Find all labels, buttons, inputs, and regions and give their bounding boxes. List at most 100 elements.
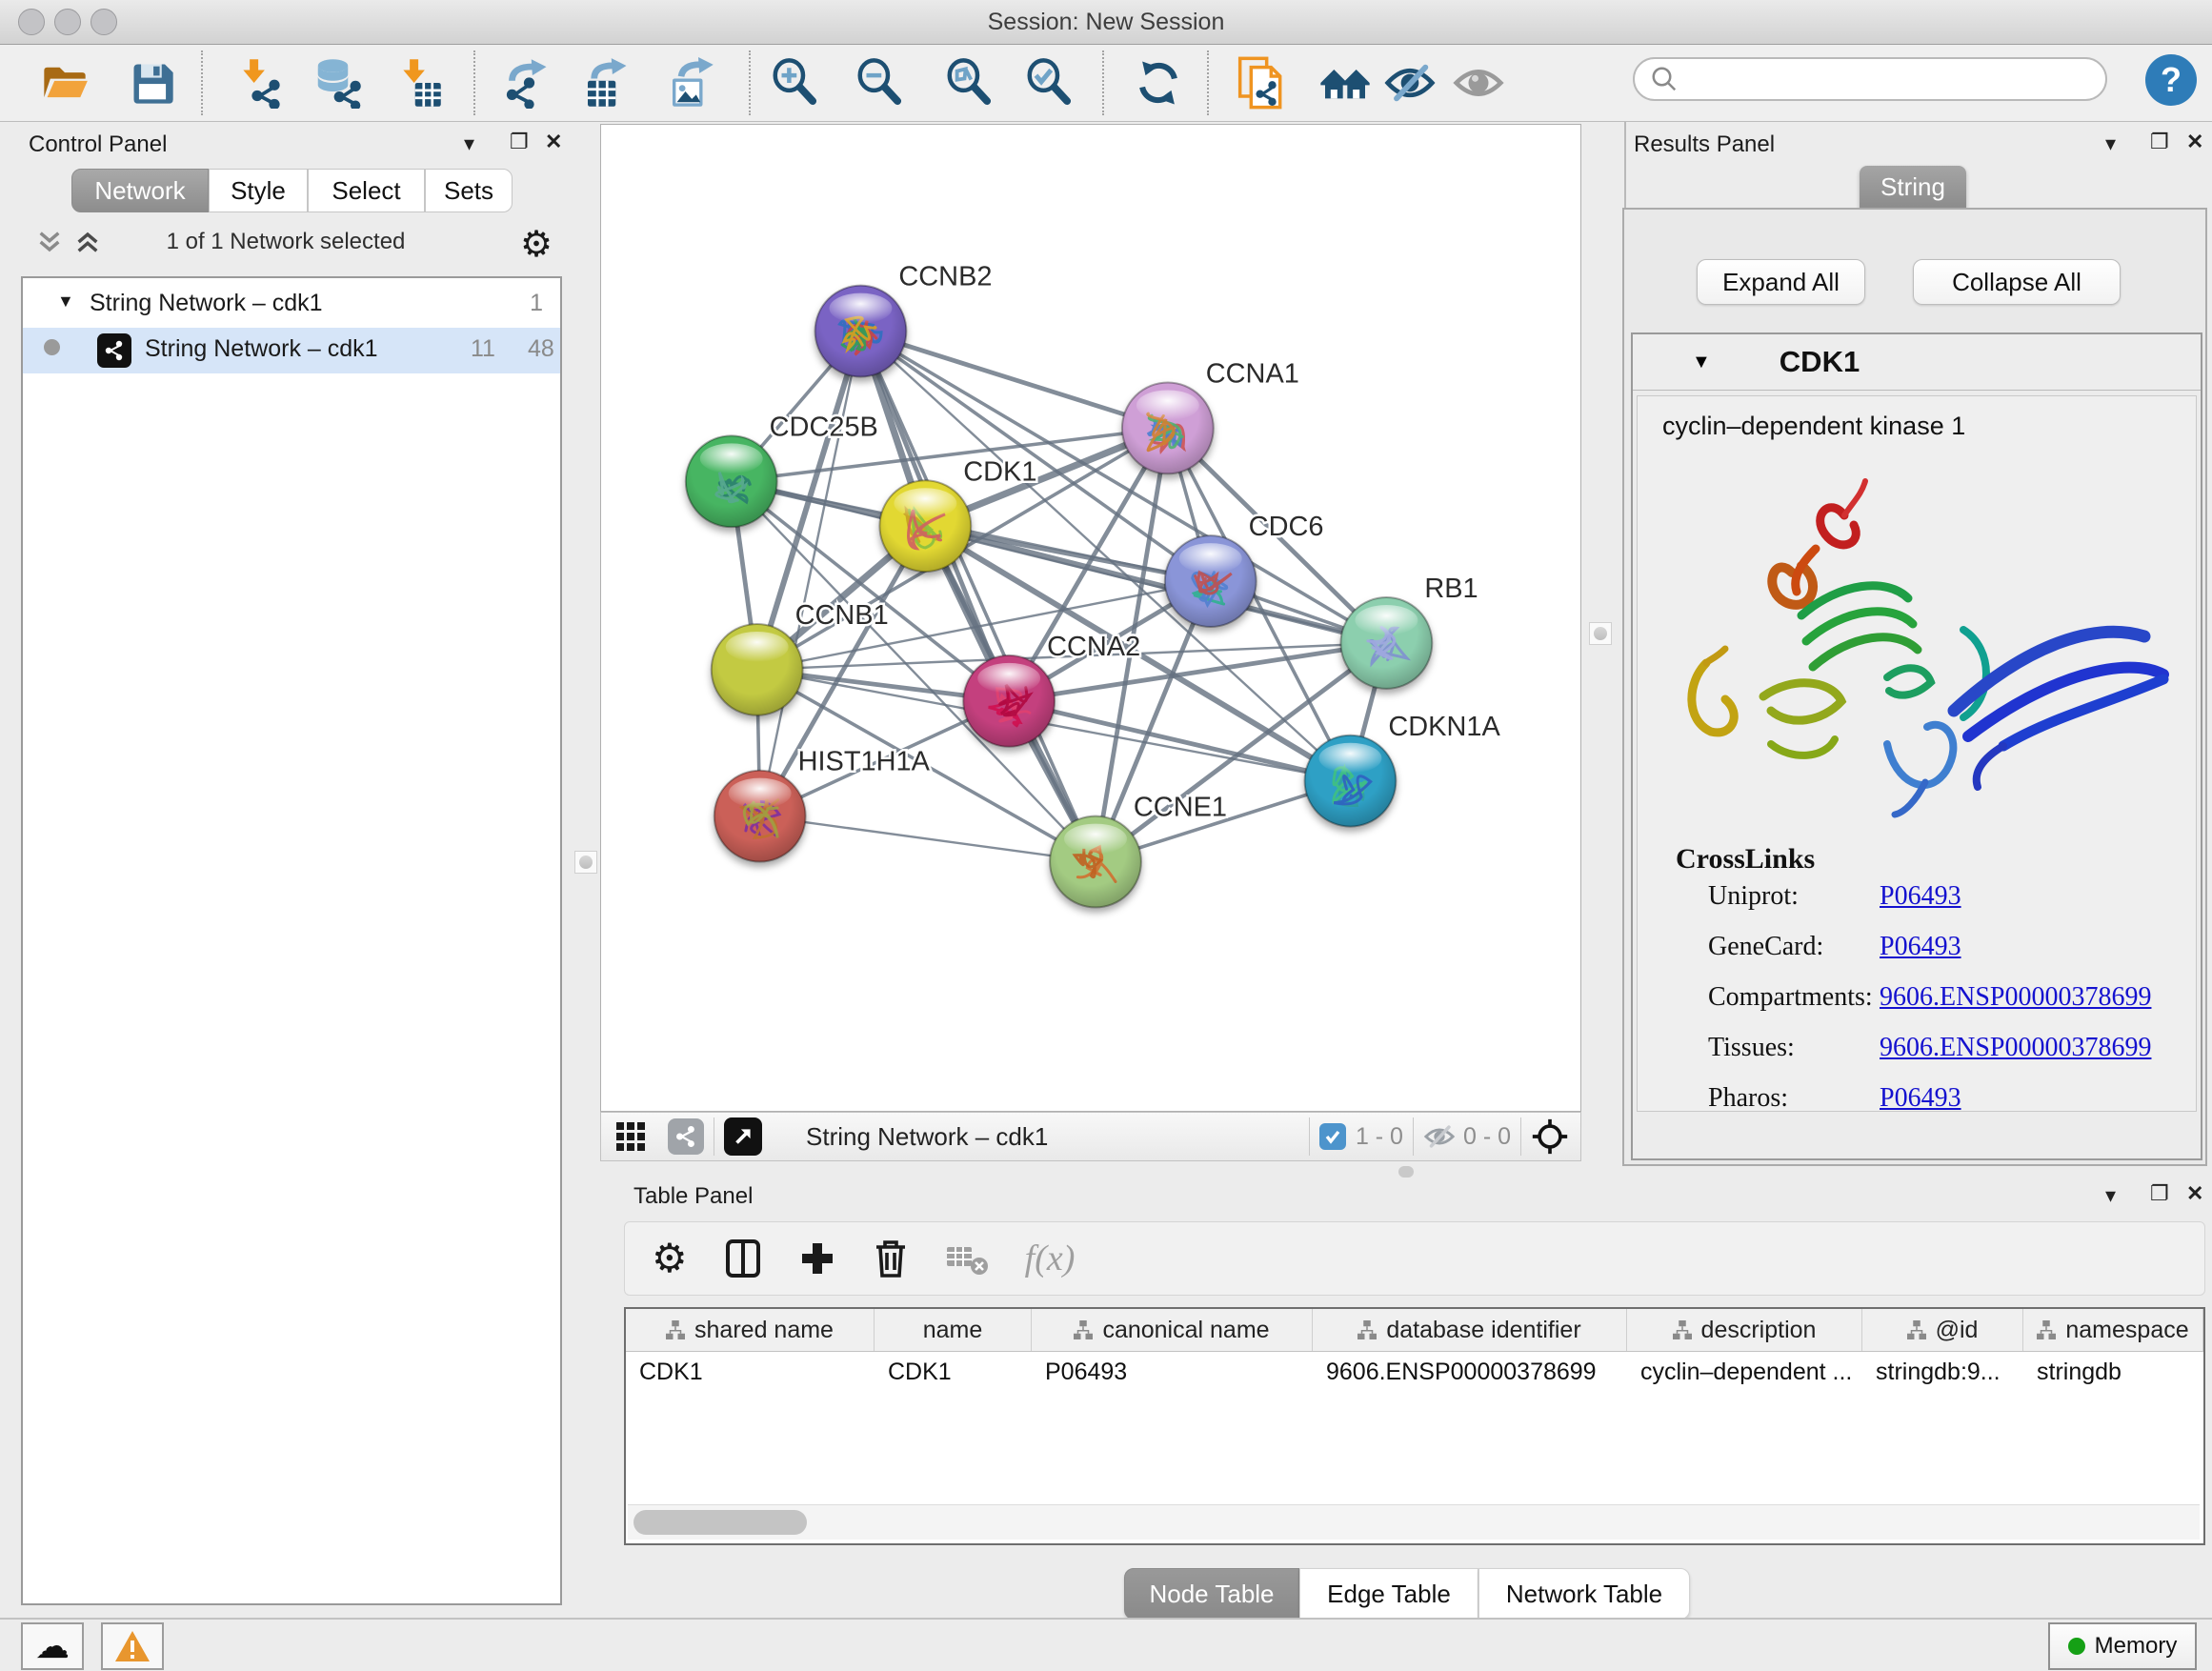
crosshair-icon[interactable] — [1531, 1117, 1569, 1156]
export-table-button[interactable] — [578, 54, 632, 111]
network-edge[interactable] — [760, 816, 1096, 862]
string-home-button[interactable] — [1318, 54, 1372, 111]
protein-header-row[interactable]: ▼ CDK1 — [1633, 334, 2201, 391]
network-collection-row[interactable]: ▼ String Network – cdk1 1 — [23, 282, 560, 328]
panel-float-icon[interactable]: ❐ — [2150, 130, 2169, 154]
network-node-CCNA2[interactable] — [963, 655, 1055, 747]
network-row-selected[interactable]: String Network – cdk1 11 48 — [23, 328, 560, 373]
tab-network[interactable]: Network — [71, 169, 209, 212]
crosslink-link[interactable]: P06493 — [1880, 1083, 1961, 1114]
collapse-all-button[interactable]: Collapse All — [1913, 259, 2121, 305]
crosslink-link[interactable]: 9606.ENSP00000378699 — [1880, 1033, 2151, 1063]
export-network-button[interactable] — [498, 54, 552, 111]
panel-close-icon[interactable]: ✕ — [545, 130, 562, 154]
warning-button[interactable] — [101, 1622, 164, 1670]
panel-float-icon[interactable]: ❐ — [510, 130, 529, 154]
network-node-CCNB2[interactable] — [815, 286, 907, 377]
tab-node-table[interactable]: Node Table — [1124, 1568, 1299, 1620]
panel-float-icon[interactable]: ❐ — [2150, 1181, 2169, 1206]
collection-expand-icon[interactable]: ▼ — [57, 292, 74, 312]
results-tab-string[interactable]: String — [1860, 166, 1966, 208]
open-session-button[interactable] — [38, 54, 91, 111]
cloud-button[interactable]: ☁ — [21, 1622, 84, 1670]
network-node-CDKN1A[interactable] — [1305, 735, 1397, 827]
help-button[interactable]: ? — [2145, 54, 2197, 106]
table-cell[interactable]: CDK1 — [626, 1352, 875, 1392]
table-cell[interactable]: CDK1 — [875, 1352, 1032, 1392]
table-settings-gear-icon[interactable]: ⚙ — [652, 1238, 688, 1278]
network-canvas[interactable]: CCNB2CCNA1CDC25BCDK1CDC6RB1CCNB1CCNA2CDK… — [600, 124, 1581, 1112]
zoom-out-button[interactable] — [853, 54, 906, 111]
left-splitter[interactable] — [572, 122, 600, 1618]
column-header-name[interactable]: name — [875, 1309, 1032, 1351]
hide-unhide-button[interactable] — [1383, 54, 1437, 111]
zoom-selected-button[interactable] — [1022, 54, 1076, 111]
table-cell[interactable]: 9606.ENSP00000378699 — [1313, 1352, 1627, 1392]
import-network-database-button[interactable] — [311, 54, 364, 111]
tab-select[interactable]: Select — [308, 169, 425, 212]
tab-style[interactable]: Style — [209, 169, 308, 212]
column-header-namespace[interactable]: namespace — [2023, 1309, 2203, 1351]
splitter-handle[interactable] — [1398, 1166, 1414, 1178]
tab-edge-table[interactable]: Edge Table — [1299, 1568, 1478, 1620]
crosslink-link[interactable]: P06493 — [1880, 881, 1961, 912]
network-options-gear-icon[interactable]: ⚙ — [520, 223, 553, 266]
table-row[interactable]: CDK1CDK1P064939606.ENSP00000378699cyclin… — [626, 1352, 2203, 1392]
search-input[interactable] — [1679, 65, 2082, 93]
table-cell[interactable]: cyclin–dependent ... — [1627, 1352, 1862, 1392]
create-column-icon[interactable] — [798, 1239, 836, 1278]
table-cell[interactable]: P06493 — [1032, 1352, 1313, 1392]
zoom-fit-button[interactable] — [942, 54, 995, 111]
network-edge[interactable] — [860, 332, 1096, 862]
network-node-CCNA1[interactable] — [1122, 382, 1214, 473]
grid-view-icon[interactable] — [614, 1120, 647, 1153]
delete-column-icon[interactable] — [873, 1238, 909, 1279]
expand-all-button[interactable]: Expand All — [1697, 259, 1865, 305]
panel-menu-icon[interactable]: ▾ — [464, 131, 474, 156]
hidden-eye-slash-icon[interactable] — [1423, 1120, 1456, 1153]
network-share-view-icon[interactable] — [668, 1118, 704, 1155]
import-table-button[interactable] — [391, 54, 444, 111]
network-node-RB1[interactable] — [1340, 597, 1432, 689]
zoom-in-button[interactable] — [768, 54, 821, 111]
column-header-shared-name[interactable]: shared name — [626, 1309, 875, 1351]
panel-close-icon[interactable]: ✕ — [2186, 1181, 2203, 1206]
network-edge[interactable] — [860, 332, 1167, 429]
column-header--id[interactable]: @id — [1862, 1309, 2023, 1351]
tab-sets[interactable]: Sets — [425, 169, 513, 212]
network-node-CCNB1[interactable] — [712, 624, 803, 715]
memory-button[interactable]: Memory — [2048, 1622, 2197, 1670]
refresh-button[interactable] — [1132, 54, 1185, 111]
import-network-button[interactable] — [231, 54, 284, 111]
column-header-database-identifier[interactable]: database identifier — [1313, 1309, 1627, 1351]
horizontal-splitter[interactable] — [600, 1163, 2212, 1180]
show-columns-icon[interactable] — [724, 1238, 762, 1279]
table-cell[interactable]: stringdb:9... — [1862, 1352, 2023, 1392]
horizontal-scrollbar[interactable] — [628, 1504, 2200, 1540]
crosslink-link[interactable]: P06493 — [1880, 932, 1961, 962]
splitter-collapse-handle[interactable] — [574, 851, 597, 874]
right-splitter[interactable] — [1581, 122, 1626, 1165]
panel-menu-icon[interactable]: ▾ — [2105, 131, 2116, 156]
table-cell[interactable]: stringdb — [2023, 1352, 2203, 1392]
column-header-description[interactable]: description — [1627, 1309, 1862, 1351]
network-node-CDK1[interactable] — [879, 480, 971, 572]
column-header-canonical-name[interactable]: canonical name — [1032, 1309, 1313, 1351]
network-edge[interactable] — [1009, 701, 1350, 781]
birdseye-view-icon[interactable] — [724, 1117, 762, 1156]
scrollbar-thumb[interactable] — [633, 1510, 807, 1535]
splitter-collapse-handle[interactable] — [1589, 622, 1612, 645]
export-image-button[interactable] — [663, 54, 716, 111]
crosslink-link[interactable]: 9606.ENSP00000378699 — [1880, 982, 2151, 1013]
save-session-button[interactable] — [126, 54, 179, 111]
panel-menu-icon[interactable]: ▾ — [2105, 1183, 2116, 1208]
protein-collapse-icon[interactable]: ▼ — [1692, 352, 1711, 373]
selected-checkbox-icon[interactable] — [1319, 1123, 1346, 1150]
network-node-CDC25B[interactable] — [686, 435, 777, 527]
network-node-CDC6[interactable] — [1165, 535, 1257, 627]
tab-network-table[interactable]: Network Table — [1478, 1568, 1690, 1620]
string-import-button[interactable] — [1236, 54, 1289, 111]
network-node-HIST1H1A[interactable] — [714, 771, 806, 862]
network-node-CCNE1[interactable] — [1050, 816, 1141, 908]
panel-close-icon[interactable]: ✕ — [2186, 130, 2203, 154]
